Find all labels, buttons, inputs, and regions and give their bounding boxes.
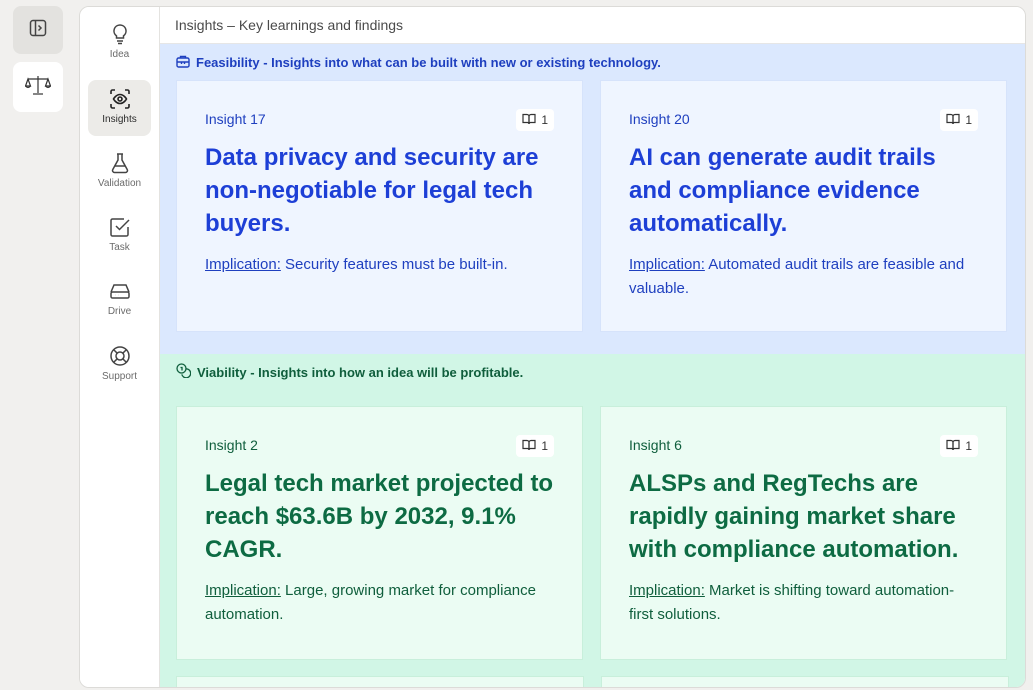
insight-title: ALSPs and RegTechs are rapidly gaining m…	[629, 470, 959, 563]
implication: Implication: Security features must be b…	[205, 253, 554, 277]
implication-text: Security features must be built-in.	[280, 256, 508, 273]
feasibility-icon	[176, 54, 190, 71]
nav-item-validation[interactable]: Validation	[88, 144, 151, 200]
implication: Implication: Automated audit trails are …	[629, 253, 978, 301]
book-icon	[522, 113, 536, 128]
nav-label-support: Support	[101, 371, 138, 382]
more-cards-peek	[176, 676, 1009, 687]
implication: Implication: Market is shifting toward a…	[629, 579, 978, 627]
nav-label-insights: Insights	[102, 114, 137, 125]
sidebar-toggle-button[interactable]	[13, 6, 63, 54]
source-count: 1	[965, 439, 972, 453]
source-count-badge[interactable]: 1	[516, 109, 554, 131]
nav-label-idea: Idea	[109, 49, 130, 60]
book-icon	[946, 113, 960, 128]
drive-icon	[109, 280, 131, 302]
viability-heading-text: Viability - Insights into how an idea wi…	[197, 364, 524, 380]
insight-title: Data privacy and security are non-negoti…	[205, 144, 539, 237]
nav-item-insights[interactable]: Insights	[88, 80, 151, 136]
coins-icon	[176, 363, 192, 381]
book-icon	[522, 439, 536, 454]
source-count-badge[interactable]: 1	[516, 435, 554, 457]
source-count: 1	[541, 439, 548, 453]
nav-label-task: Task	[109, 242, 130, 253]
scales-icon	[24, 74, 52, 101]
nav-item-support[interactable]: Support	[88, 337, 151, 393]
feasibility-heading-text: Feasibility - Insights into what can be …	[196, 54, 661, 70]
insight-title: Legal tech market projected to reach $63…	[205, 470, 554, 563]
insight-card-peek[interactable]	[601, 676, 1009, 687]
insight-card[interactable]: Insight 2 1 Legal tech market projected …	[176, 406, 583, 660]
insight-number: Insight 2	[205, 437, 258, 453]
viability-section: Viability - Insights into how an idea wi…	[160, 354, 1025, 687]
insight-number: Insight 20	[629, 111, 690, 127]
insight-card-peek[interactable]	[176, 676, 584, 687]
insight-card[interactable]: Insight 6 1 ALSPs and RegTechs are rapid…	[600, 406, 1007, 660]
page-title: Insights – Key learnings and findings	[160, 7, 1025, 44]
lightbulb-icon	[110, 23, 130, 45]
viability-heading: Viability - Insights into how an idea wi…	[176, 354, 1009, 390]
feasibility-heading: Feasibility - Insights into what can be …	[176, 44, 1009, 80]
app-frame: Idea Insights Validation Task Drive Supp…	[79, 6, 1026, 688]
nav-label-drive: Drive	[107, 306, 132, 317]
book-icon	[946, 439, 960, 454]
source-count-badge[interactable]: 1	[940, 435, 978, 457]
insight-title: AI can generate audit trails and complia…	[629, 144, 936, 237]
implication: Implication: Large, growing market for c…	[205, 579, 554, 627]
main-content: Insights – Key learnings and findings Fe…	[160, 7, 1025, 687]
implication-label[interactable]: Implication:	[629, 256, 705, 273]
source-count: 1	[965, 113, 972, 127]
side-nav: Idea Insights Validation Task Drive Supp…	[80, 7, 160, 687]
nav-item-idea[interactable]: Idea	[88, 15, 151, 71]
nav-item-drive[interactable]: Drive	[88, 272, 151, 328]
implication-label[interactable]: Implication:	[629, 582, 705, 599]
insight-card[interactable]: Insight 20 1 AI can generate audit trail…	[600, 80, 1007, 332]
flask-icon	[110, 152, 130, 174]
checkbox-icon	[109, 216, 131, 238]
feasibility-section: Feasibility - Insights into what can be …	[160, 44, 1025, 354]
implication-label[interactable]: Implication:	[205, 256, 281, 273]
lifebuoy-icon	[109, 345, 131, 367]
insight-card[interactable]: Insight 17 1 Data privacy and security a…	[176, 80, 583, 332]
sidebar-toggle-icon	[29, 19, 47, 42]
eye-scan-icon	[109, 88, 131, 110]
insight-number: Insight 6	[629, 437, 682, 453]
insight-number: Insight 17	[205, 111, 266, 127]
source-count-badge[interactable]: 1	[940, 109, 978, 131]
nav-label-validation: Validation	[97, 178, 142, 189]
implication-label[interactable]: Implication:	[205, 582, 281, 599]
project-logo-button[interactable]	[13, 62, 63, 112]
nav-item-task[interactable]: Task	[88, 208, 151, 264]
source-count: 1	[541, 113, 548, 127]
